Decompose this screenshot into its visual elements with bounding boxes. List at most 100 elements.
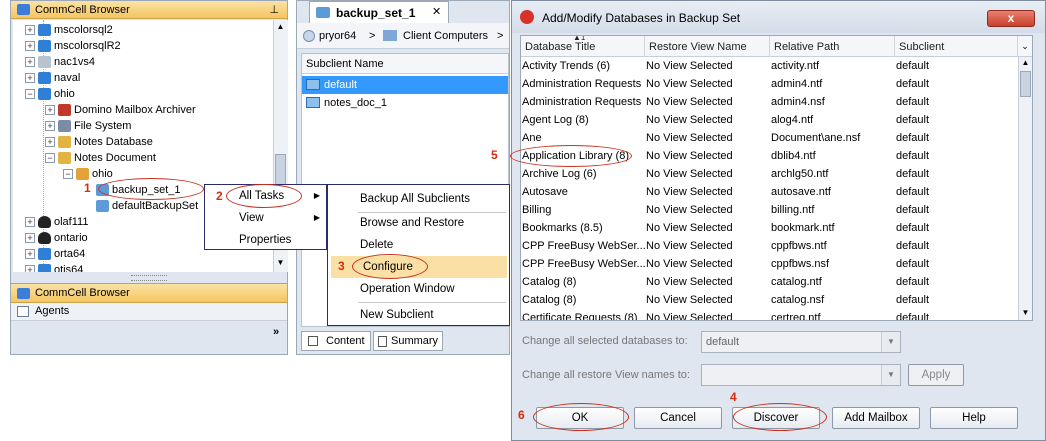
column-header-subclient[interactable]: Subclient xyxy=(895,36,1018,57)
tree-item[interactable]: − ohio xyxy=(25,86,75,102)
tree-item[interactable]: + otis64 xyxy=(25,262,83,272)
column-chooser-icon[interactable]: ⌄ xyxy=(1018,37,1032,55)
table-row[interactable]: Catalog (8) No View Selected catalog.nsf de… xyxy=(521,291,1018,309)
breadcrumb-client-computers[interactable]: Client Computers xyxy=(403,30,488,42)
cell-restore-view: No View Selected xyxy=(646,132,733,144)
annotation-oval xyxy=(98,178,204,200)
expand-toggle-icon[interactable]: + xyxy=(45,121,55,132)
splitter-grip[interactable] xyxy=(131,275,167,281)
cell-subclient: default xyxy=(896,78,930,90)
cell-relative-path: admin4.ntf xyxy=(771,78,823,90)
tab-agents[interactable]: Agents xyxy=(11,303,287,321)
expand-toggle-icon[interactable]: + xyxy=(25,25,35,36)
table-row[interactable]: Bookmarks (8.5) No View Selected bookmark.… xyxy=(521,219,1018,237)
expand-toggle-icon[interactable]: + xyxy=(25,233,35,244)
commcell-browser-header: CommCell Browser ⊥ xyxy=(11,1,287,19)
column-header-subclient-name[interactable]: Subclient Name xyxy=(302,54,508,74)
annotation-oval xyxy=(533,403,629,431)
tab-commcell-browser[interactable]: CommCell Browser xyxy=(11,283,287,303)
client-icon xyxy=(303,30,315,42)
table-row[interactable]: Agent Log (8) No View Selected alog4.ntf de… xyxy=(521,111,1018,129)
add-mailbox-button[interactable]: Add Mailbox xyxy=(832,407,920,429)
list-item[interactable]: default xyxy=(302,76,508,94)
menu-item-properties[interactable]: Properties xyxy=(205,229,326,251)
tree-item[interactable]: − ohio xyxy=(63,166,113,182)
tab-backup-set[interactable]: backup_set_1 ✕ xyxy=(309,1,449,23)
scroll-thumb[interactable] xyxy=(1020,71,1031,97)
annotation-number: 2 xyxy=(216,189,223,203)
expand-toggle-icon[interactable]: − xyxy=(63,169,73,180)
tree-item[interactable]: +defaultBackupSet xyxy=(83,198,198,214)
expand-toggle-icon[interactable]: + xyxy=(25,249,35,260)
menu-item-browse-and-restore[interactable]: Browse and Restore xyxy=(328,212,509,234)
menu-item-new-subclient[interactable]: New Subclient xyxy=(328,304,509,326)
table-row[interactable]: CPP FreeBusy WebSer... No View Selected cp… xyxy=(521,255,1018,273)
table-scrollbar[interactable]: ▲ ▼ xyxy=(1018,57,1032,320)
menu-item-view[interactable]: View ▶ xyxy=(205,207,326,229)
cell-subclient: default xyxy=(896,114,930,126)
table-row[interactable]: Autosave No View Selected autosave.ntf defa… xyxy=(521,183,1018,201)
tree-item[interactable]: + olaf111 xyxy=(25,214,88,230)
expand-toggle-icon[interactable]: + xyxy=(45,105,55,116)
table-row[interactable]: Administration Requests No View Selected a… xyxy=(521,93,1018,111)
tree-item[interactable]: + naval xyxy=(25,70,80,86)
change-databases-select[interactable]: default ▼ xyxy=(701,331,901,353)
change-views-select[interactable]: ▼ xyxy=(701,364,901,386)
tree-item-label: naval xyxy=(54,72,81,84)
table-row[interactable]: Activity Trends (6) No View Selected activ… xyxy=(521,57,1018,75)
table-row[interactable]: Administration Requests No View Selected a… xyxy=(521,75,1018,93)
close-icon[interactable]: ✕ xyxy=(432,5,441,18)
overflow-chevron-icon[interactable]: » xyxy=(273,326,279,338)
column-header-restore-view-name[interactable]: Restore View Name xyxy=(645,36,770,57)
close-button[interactable]: x xyxy=(987,10,1035,27)
menu-item-backup-all-subclients[interactable]: Backup All Subclients xyxy=(328,188,509,210)
expand-toggle-icon[interactable]: + xyxy=(45,137,55,148)
scroll-down-icon[interactable]: ▼ xyxy=(1020,308,1031,318)
help-button[interactable]: Help xyxy=(930,407,1018,429)
expand-toggle-icon[interactable]: − xyxy=(45,153,55,164)
tree-item[interactable]: + Domino Mailbox Archiver xyxy=(45,102,196,118)
tab-summary[interactable]: Summary xyxy=(373,331,443,351)
expand-toggle-icon[interactable]: + xyxy=(25,265,35,272)
list-item[interactable]: notes_doc_1 xyxy=(302,94,508,112)
expand-toggle-icon[interactable]: − xyxy=(25,89,35,100)
table-row[interactable]: Certificate Requests (8) No View Selected… xyxy=(521,309,1018,320)
tree-item[interactable]: + orta64 xyxy=(25,246,85,262)
expand-toggle-icon[interactable]: + xyxy=(25,57,35,68)
expand-toggle-icon[interactable]: + xyxy=(25,73,35,84)
tree-item[interactable]: + nac1vs4 xyxy=(25,54,95,70)
cell-relative-path: catalog.ntf xyxy=(771,276,822,288)
tree-item[interactable]: + mscolorsqlR2 xyxy=(25,38,121,54)
table-row[interactable]: Archive Log (6) No View Selected archlg50.… xyxy=(521,165,1018,183)
expand-toggle-icon[interactable]: + xyxy=(25,41,35,52)
menu-item-operation-window[interactable]: Operation Window xyxy=(328,278,509,300)
table-row[interactable]: Ane No View Selected Document\ane.nsf defau… xyxy=(521,129,1018,147)
subclient-icon xyxy=(306,79,320,90)
tab-content[interactable]: Content xyxy=(301,331,371,351)
cell-database-title: Agent Log (8) xyxy=(522,114,589,126)
table-row[interactable]: Catalog (8) No View Selected catalog.ntf de… xyxy=(521,273,1018,291)
tree-item[interactable]: + Notes Database xyxy=(45,134,153,150)
table-row[interactable]: CPP FreeBusy WebSer... No View Selected cp… xyxy=(521,237,1018,255)
tree-item[interactable]: − Notes Document xyxy=(45,150,156,166)
scroll-up-icon[interactable]: ▲ xyxy=(1020,58,1031,68)
linux-icon xyxy=(38,216,51,229)
table-row[interactable]: Billing No View Selected billing.ntf defaul… xyxy=(521,201,1018,219)
cell-restore-view: No View Selected xyxy=(646,186,733,198)
menu-item-delete[interactable]: Delete xyxy=(328,234,509,256)
column-header-database-title[interactable]: Database Title ▲1 xyxy=(521,36,645,57)
tree-item[interactable]: + File System xyxy=(45,118,131,134)
apply-button[interactable]: Apply xyxy=(908,364,964,386)
breadcrumb-client[interactable]: pryor64 xyxy=(319,30,356,42)
tab-label: Agents xyxy=(35,305,70,317)
menu-item-label: Properties xyxy=(239,234,292,246)
scroll-up-icon[interactable]: ▲ xyxy=(275,22,286,32)
tree-item[interactable]: + mscolorsql2 xyxy=(25,22,113,38)
cancel-button[interactable]: Cancel xyxy=(634,407,722,429)
pin-icon[interactable]: ⊥ xyxy=(269,3,279,16)
expand-toggle-icon[interactable]: + xyxy=(25,217,35,228)
agents-icon xyxy=(17,306,29,317)
tree-item[interactable]: + ontario xyxy=(25,230,88,246)
column-header-relative-path[interactable]: Relative Path xyxy=(770,36,895,57)
scroll-down-icon[interactable]: ▼ xyxy=(275,258,286,268)
